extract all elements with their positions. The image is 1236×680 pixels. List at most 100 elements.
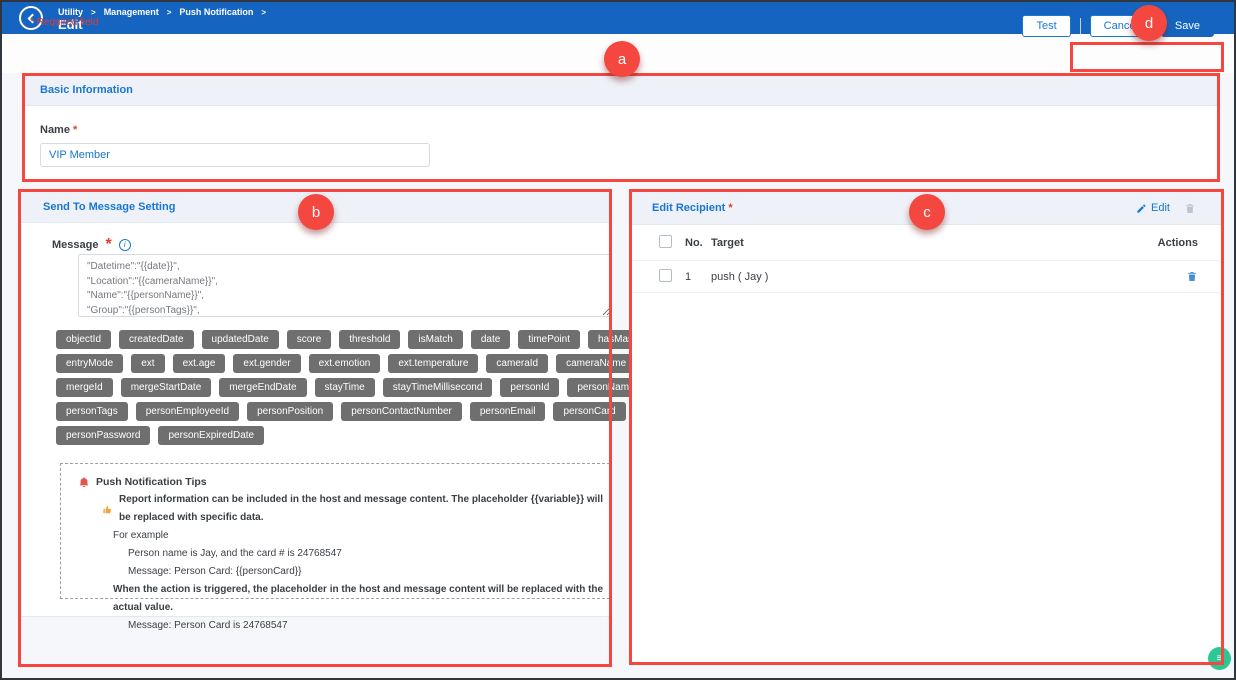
recipient-table-row: 1 push ( Jay ) bbox=[631, 261, 1222, 293]
chip-row: mergeId mergeStartDate mergeEndDate stay… bbox=[56, 378, 604, 397]
required-asterisk: * bbox=[728, 202, 732, 214]
variable-chip[interactable]: score bbox=[287, 330, 331, 349]
variable-chip[interactable]: personTags bbox=[56, 402, 128, 421]
info-icon[interactable]: i bbox=[119, 239, 131, 251]
name-label: Name* bbox=[40, 124, 77, 136]
tips-point-1: Report information can be included in th… bbox=[61, 491, 609, 527]
row-checkbox[interactable] bbox=[659, 269, 672, 282]
message-label: Message bbox=[52, 239, 98, 251]
button-divider bbox=[1080, 18, 1081, 34]
breadcrumb: Utility > Management > Push Notification… bbox=[58, 7, 266, 17]
chip-row: personTags personEmployeeId personPositi… bbox=[56, 402, 604, 421]
edit-recipient-header: Edit Recipient* Edit bbox=[631, 192, 1222, 225]
variable-chip[interactable]: ext bbox=[131, 354, 164, 373]
trash-icon bbox=[1184, 202, 1196, 215]
tips-for-example: For example bbox=[61, 527, 609, 545]
test-button[interactable]: Test bbox=[1022, 15, 1070, 37]
message-setting-section: Send To Message Setting Message * i "Dat… bbox=[22, 192, 610, 617]
tips-example-1: Person name is Jay, and the card # is 24… bbox=[61, 545, 609, 563]
column-target: Target bbox=[711, 237, 1138, 249]
push-notification-tips-box: Push Notification Tips Report informatio… bbox=[60, 463, 610, 599]
row-target: push ( Jay ) bbox=[711, 271, 1138, 283]
select-all-checkbox[interactable] bbox=[659, 235, 672, 248]
variable-chip[interactable]: objectId bbox=[56, 330, 111, 349]
bell-icon bbox=[78, 476, 90, 489]
variable-chip[interactable]: personPosition bbox=[247, 402, 333, 421]
variable-chip[interactable]: personPassword bbox=[56, 426, 150, 445]
variable-chip[interactable]: personId bbox=[500, 378, 559, 397]
variable-chip[interactable]: isMatch bbox=[408, 330, 462, 349]
variable-chip[interactable]: personEmployeeId bbox=[136, 402, 239, 421]
edit-recipient-label: Edit bbox=[1151, 202, 1170, 214]
edit-recipient-button[interactable]: Edit bbox=[1136, 202, 1170, 214]
basic-information-title: Basic Information bbox=[40, 84, 133, 96]
variable-chip[interactable]: stayTime bbox=[315, 378, 375, 397]
variable-chip[interactable]: mergeStartDate bbox=[121, 378, 212, 397]
cancel-button[interactable]: Cancel bbox=[1090, 15, 1152, 37]
toolbar bbox=[2, 34, 1234, 73]
variable-chip[interactable]: timePoint bbox=[518, 330, 580, 349]
name-input[interactable] bbox=[40, 143, 430, 167]
tips-title-row: Push Notification Tips bbox=[61, 473, 609, 491]
message-label-row: Message * i bbox=[52, 236, 131, 254]
push-notification-edit-screen: Utility > Management > Push Notification… bbox=[0, 0, 1236, 680]
column-actions: Actions bbox=[1138, 237, 1198, 249]
trash-icon bbox=[1186, 270, 1198, 283]
variable-chip[interactable]: personExpiredDate bbox=[158, 426, 264, 445]
variable-chip[interactable]: stayTimeMillisecond bbox=[383, 378, 493, 397]
recipient-table-header: No. Target Actions bbox=[631, 225, 1222, 261]
message-textarea[interactable]: "Datetime":"{{date}}", "Location":"{{cam… bbox=[78, 254, 612, 317]
tips-title: Push Notification Tips bbox=[96, 473, 207, 491]
required-asterisk: * bbox=[73, 124, 77, 136]
variable-chip[interactable]: updatedDate bbox=[202, 330, 279, 349]
tips-example-3: Message: Person Card is 24768547 bbox=[61, 617, 609, 635]
variable-chip[interactable]: mergeEndDate bbox=[219, 378, 306, 397]
variable-chip[interactable]: personEmail bbox=[470, 402, 546, 421]
edit-recipient-section: Edit Recipient* Edit No. Target Actions … bbox=[631, 192, 1222, 665]
column-no: No. bbox=[685, 237, 711, 249]
breadcrumb-item-push-notification[interactable]: Push Notification bbox=[179, 7, 253, 17]
chip-row: objectId createdDate updatedDate score t… bbox=[56, 330, 604, 349]
variable-chip-list: objectId createdDate updatedDate score t… bbox=[56, 330, 604, 450]
message-setting-title: Send To Message Setting bbox=[43, 201, 175, 213]
variable-chip[interactable]: ext.temperature bbox=[388, 354, 478, 373]
required-asterisk: * bbox=[105, 236, 111, 254]
variable-chip[interactable]: ext.age bbox=[173, 354, 226, 373]
breadcrumb-item-management[interactable]: Management bbox=[104, 7, 159, 17]
tips-example-2: Message: Person Card: {{personCard}} bbox=[61, 563, 609, 581]
delete-recipients-button[interactable] bbox=[1184, 202, 1196, 215]
delete-row-button[interactable] bbox=[1186, 270, 1198, 283]
variable-chip[interactable]: ext.emotion bbox=[309, 354, 381, 373]
pencil-icon bbox=[1136, 203, 1147, 214]
edit-recipient-title: Edit Recipient* bbox=[652, 202, 733, 214]
pointing-hand-icon bbox=[102, 504, 113, 515]
variable-chip[interactable]: date bbox=[471, 330, 510, 349]
chip-row: personPassword personExpiredDate bbox=[56, 426, 604, 445]
variable-chip[interactable]: personCard bbox=[553, 402, 625, 421]
tips-point-2: When the action is triggered, the placeh… bbox=[61, 581, 609, 617]
breadcrumb-item-utility[interactable]: Utility bbox=[58, 7, 83, 17]
variable-chip[interactable]: mergeId bbox=[56, 378, 113, 397]
menu-lines-icon: ≡ bbox=[1217, 653, 1223, 664]
variable-chip[interactable]: personContactNumber bbox=[341, 402, 462, 421]
breadcrumb-separator: > bbox=[261, 8, 266, 17]
row-number: 1 bbox=[685, 271, 711, 283]
name-field-group: Name* bbox=[40, 120, 430, 167]
variable-chip[interactable]: cameraId bbox=[486, 354, 548, 373]
variable-chip[interactable]: entryMode bbox=[56, 354, 123, 373]
variable-chip[interactable]: threshold bbox=[339, 330, 400, 349]
breadcrumb-separator: > bbox=[91, 8, 96, 17]
required-field-note: * Required field bbox=[30, 17, 98, 28]
tips-point-1-text: Report information can be included in th… bbox=[119, 491, 609, 527]
message-setting-header: Send To Message Setting bbox=[22, 192, 610, 223]
toolbar-actions: Test Cancel Save bbox=[1022, 15, 1214, 37]
basic-information-header: Basic Information bbox=[24, 75, 1218, 106]
variable-chip[interactable]: ext.gender bbox=[233, 354, 300, 373]
variable-chip[interactable]: createdDate bbox=[119, 330, 193, 349]
basic-information-section: Basic Information Name* bbox=[24, 75, 1218, 181]
recipient-header-actions: Edit bbox=[1136, 202, 1196, 215]
save-button[interactable]: Save bbox=[1161, 15, 1214, 37]
variable-chip[interactable]: cameraName bbox=[556, 354, 636, 373]
floating-widget-button[interactable]: ≡ bbox=[1208, 647, 1231, 670]
chip-row: entryMode ext ext.age ext.gender ext.emo… bbox=[56, 354, 604, 373]
